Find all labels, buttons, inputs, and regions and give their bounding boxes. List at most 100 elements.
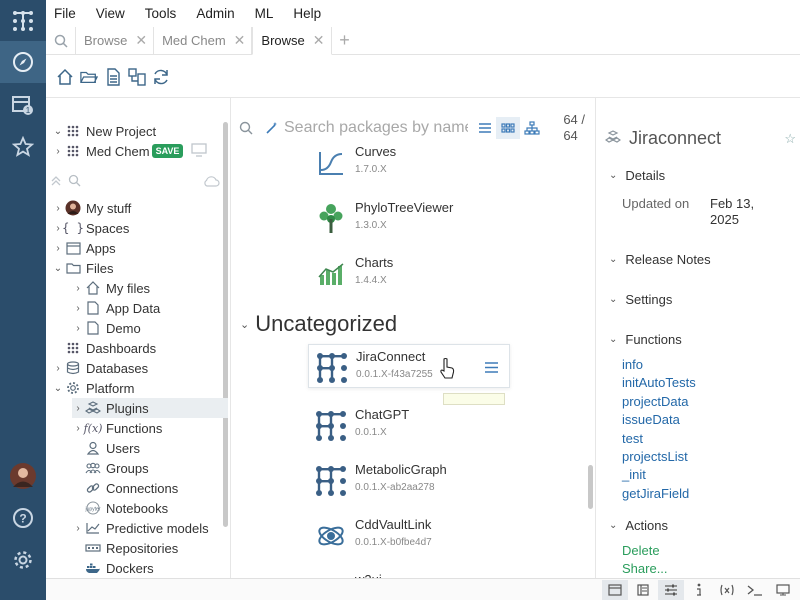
package-card-phylotreeviewer[interactable]: PhyloTreeViewer 1.3.0.X xyxy=(308,196,508,240)
tree-item-dockers[interactable]: Dockers xyxy=(72,558,228,578)
tree-item-databases[interactable]: › Databases xyxy=(52,358,228,378)
sliders-icon[interactable] xyxy=(658,580,684,600)
tree-item-groups[interactable]: Groups xyxy=(72,458,228,478)
tab-browse-active[interactable]: Browse ✕ xyxy=(252,27,332,55)
favorites-star-icon[interactable] xyxy=(0,126,46,168)
context-panel-icon[interactable] xyxy=(630,580,656,600)
grid-view-icon[interactable] xyxy=(496,117,520,139)
help-icon[interactable]: ? xyxy=(0,497,46,539)
browse-compass-icon[interactable] xyxy=(0,41,46,83)
chevron-right-icon[interactable]: › xyxy=(72,303,84,314)
category-header[interactable]: ⌄ Uncategorized xyxy=(240,311,397,337)
tree-item-platform[interactable]: ⌄ Platform xyxy=(52,378,228,398)
monitor-icon[interactable] xyxy=(191,142,208,160)
function-link[interactable]: info xyxy=(622,357,643,372)
tree-item-functions[interactable]: › f(x) Functions xyxy=(72,418,228,438)
tab-med-chem[interactable]: Med Chem ✕ xyxy=(154,27,253,54)
tree-view-icon[interactable] xyxy=(520,121,544,135)
tree-item-apps[interactable]: › Apps xyxy=(52,238,228,258)
console-icon[interactable] xyxy=(742,580,768,600)
menu-file[interactable]: File xyxy=(54,6,76,21)
tree-item-predictive-models[interactable]: › Predictive models xyxy=(72,518,228,538)
chevron-right-icon[interactable]: › xyxy=(72,423,84,434)
layout-icon[interactable] xyxy=(128,67,146,86)
chevron-right-icon[interactable]: › xyxy=(52,203,64,214)
tree-item-connections[interactable]: Connections xyxy=(72,478,228,498)
collapse-all-icon[interactable] xyxy=(50,175,62,190)
delete-action-link[interactable]: Delete xyxy=(622,543,660,558)
cloud-icon[interactable] xyxy=(202,175,220,190)
section-settings[interactable]: ⌄ Settings xyxy=(609,292,672,307)
tree-item-files[interactable]: ⌄ Files xyxy=(52,258,228,278)
tab-browse-1[interactable]: Browse ✕ xyxy=(76,27,155,54)
chevron-right-icon[interactable]: › xyxy=(72,283,84,294)
package-card-metabolicgraph[interactable]: MetabolicGraph 0.0.1.X-ab2aa278 xyxy=(308,458,508,502)
tree-item-notebooks[interactable]: jupyter Notebooks xyxy=(72,498,228,518)
menu-tools[interactable]: Tools xyxy=(145,6,177,21)
function-link[interactable]: projectData xyxy=(622,394,688,409)
chevron-right-icon[interactable]: › xyxy=(52,363,64,374)
toolbox-toggle-icon[interactable] xyxy=(602,580,628,600)
menu-admin[interactable]: Admin xyxy=(196,6,234,21)
tree-item-my-files[interactable]: › My files xyxy=(72,278,228,298)
save-button[interactable]: SAVE xyxy=(151,144,184,158)
function-link[interactable]: getJiraField xyxy=(622,486,689,501)
close-icon[interactable]: ✕ xyxy=(135,32,147,49)
menu-ml[interactable]: ML xyxy=(255,6,274,21)
home-icon[interactable] xyxy=(56,68,74,86)
package-card-curves[interactable]: Curves 1.7.0.X xyxy=(308,140,508,184)
chevron-down-icon[interactable]: ⌄ xyxy=(240,318,249,331)
search-icon[interactable] xyxy=(68,174,81,190)
tree-item-users[interactable]: Users xyxy=(72,438,228,458)
tree-item-repositories[interactable]: Repositories xyxy=(72,538,228,558)
section-release-notes[interactable]: ⌄ Release Notes xyxy=(609,252,711,267)
package-card-cddvaultlink[interactable]: CddVaultLink 0.0.1.X-b0fbe4d7 xyxy=(308,513,508,557)
user-avatar[interactable] xyxy=(0,455,46,497)
file-icon[interactable] xyxy=(104,67,122,86)
chevron-right-icon[interactable]: › xyxy=(72,523,84,534)
notifications-icon[interactable]: 1 xyxy=(0,84,46,126)
close-icon[interactable]: ✕ xyxy=(313,32,325,49)
packages-scrollbar[interactable] xyxy=(588,465,593,509)
favorite-star-icon[interactable]: ☆ xyxy=(784,131,796,147)
tree-project-new[interactable]: ⌄ New Project xyxy=(52,121,228,141)
open-folder-icon[interactable] xyxy=(80,68,98,86)
tree-item-spaces[interactable]: ›{ } Spaces xyxy=(52,218,228,238)
add-tab-icon[interactable]: + xyxy=(332,27,358,54)
function-link[interactable]: _init xyxy=(622,467,646,482)
section-details[interactable]: ⌄ Details xyxy=(609,168,665,183)
refresh-icon[interactable] xyxy=(152,68,170,86)
package-card-chatgpt[interactable]: ChatGPT 0.0.1.X xyxy=(308,403,508,447)
tree-item-demo[interactable]: › Demo xyxy=(72,318,228,338)
tree-item-my-stuff[interactable]: › My stuff xyxy=(52,198,228,218)
chevron-down-icon[interactable]: ⌄ xyxy=(52,126,64,137)
variables-icon[interactable] xyxy=(714,580,740,600)
info-icon[interactable] xyxy=(686,580,712,600)
chevron-right-icon[interactable]: › xyxy=(72,403,84,414)
chevron-right-icon[interactable]: › xyxy=(72,323,84,334)
tab-search-icon[interactable] xyxy=(46,27,76,54)
tree-item-app-data[interactable]: › App Data xyxy=(72,298,228,318)
chevron-down-icon[interactable]: ⌄ xyxy=(52,383,64,394)
settings-gear-icon[interactable] xyxy=(0,539,46,581)
presentation-icon[interactable] xyxy=(770,580,796,600)
function-link[interactable]: initAutoTests xyxy=(622,375,696,390)
chevron-down-icon[interactable]: ⌄ xyxy=(52,263,64,274)
menu-view[interactable]: View xyxy=(96,6,125,21)
function-link[interactable]: projectsList xyxy=(622,449,688,464)
section-functions[interactable]: ⌄ Functions xyxy=(609,332,682,347)
tree-project-med-chem[interactable]: › Med Chem SAVE xyxy=(52,141,228,161)
menu-help[interactable]: Help xyxy=(293,6,321,21)
chevron-right-icon[interactable]: › xyxy=(52,243,64,254)
menu-icon[interactable] xyxy=(485,361,498,376)
tree-item-plugins[interactable]: › Plugins xyxy=(72,398,228,418)
close-icon[interactable]: ✕ xyxy=(234,32,246,49)
package-card-w2ui[interactable]: w2ui xyxy=(308,568,508,578)
list-view-icon[interactable] xyxy=(474,122,496,134)
search-input[interactable] xyxy=(284,119,468,137)
package-card-charts[interactable]: Charts 1.4.4.X xyxy=(308,251,508,295)
magic-wand-icon[interactable] xyxy=(260,121,284,135)
tree-item-dashboards[interactable]: Dashboards xyxy=(52,338,228,358)
function-link[interactable]: test xyxy=(622,431,643,446)
section-actions[interactable]: ⌄ Actions xyxy=(609,518,668,533)
